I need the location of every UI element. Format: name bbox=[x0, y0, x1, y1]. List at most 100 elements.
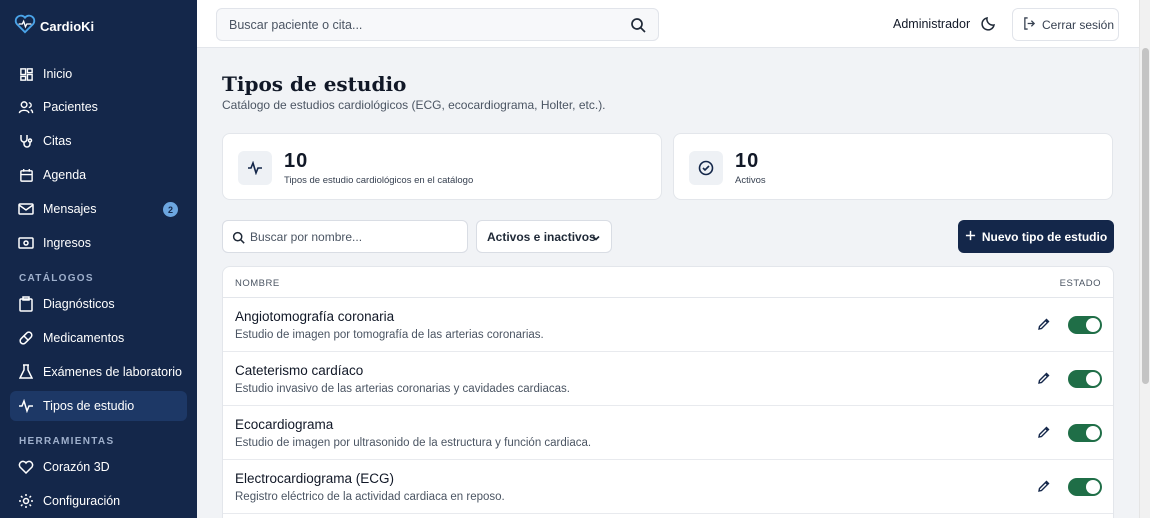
row-name: Cateterismo cardíaco bbox=[235, 363, 364, 378]
sidebar-item-inicio[interactable]: Inicio bbox=[10, 59, 187, 89]
sidebar-item-label: Tipos de estudio bbox=[43, 399, 135, 413]
table-row: Ecocardiograma Estudio de imagen por ult… bbox=[223, 406, 1113, 460]
sidebar-item-mensajes[interactable]: Mensajes 2 bbox=[10, 194, 187, 224]
status-toggle[interactable] bbox=[1068, 478, 1102, 496]
pill-icon bbox=[18, 330, 34, 346]
gear-icon bbox=[18, 493, 34, 509]
calendar-icon bbox=[18, 167, 34, 183]
sidebar-item-label: Inicio bbox=[43, 67, 73, 81]
scrollbar-thumb[interactable] bbox=[1142, 48, 1149, 384]
stat-label: Activos bbox=[735, 175, 766, 186]
row-description: Estudio invasivo de las arterias coronar… bbox=[235, 383, 570, 395]
search-icon[interactable] bbox=[630, 17, 646, 38]
new-study-type-label: Nuevo tipo de estudio bbox=[981, 229, 1108, 244]
pencil-icon[interactable] bbox=[1037, 317, 1051, 331]
name-search-placeholder: Buscar por nombre... bbox=[250, 230, 363, 244]
heart-icon bbox=[18, 459, 34, 475]
users-icon bbox=[18, 99, 34, 115]
page-subtitle: Catálogo de estudios cardiológicos (ECG,… bbox=[222, 98, 606, 112]
topbar: Buscar paciente o cita... Administrador … bbox=[197, 0, 1139, 48]
sidebar-item-label: Medicamentos bbox=[43, 331, 125, 345]
toggle-knob bbox=[1086, 480, 1100, 494]
search-icon bbox=[232, 231, 245, 249]
table-row: Electrocardiograma (ECG) Registro eléctr… bbox=[223, 460, 1113, 514]
check-circle-icon bbox=[689, 151, 723, 185]
logout-button[interactable]: Cerrar sesión bbox=[1012, 8, 1119, 41]
sidebar-item-diagnosticos[interactable]: Diagnósticos bbox=[10, 289, 187, 319]
pulse-icon bbox=[238, 151, 272, 185]
sidebar-item-label: Citas bbox=[43, 134, 72, 148]
clipboard-icon bbox=[18, 296, 34, 312]
stat-value: 10 bbox=[284, 150, 309, 172]
flask-icon bbox=[18, 364, 34, 380]
status-toggle[interactable] bbox=[1068, 424, 1102, 442]
status-filter-select[interactable]: Activos e inactivos bbox=[476, 220, 612, 253]
column-header-status: ESTADO bbox=[1059, 278, 1101, 289]
sidebar-item-ingresos[interactable]: Ingresos bbox=[10, 228, 187, 258]
table-row: Angiotomografía coronaria Estudio de ima… bbox=[223, 298, 1113, 352]
mail-icon bbox=[18, 201, 34, 217]
toggle-knob bbox=[1086, 372, 1100, 386]
brand-name: CardioKi bbox=[40, 19, 95, 34]
sidebar-item-corazon-3d[interactable]: Corazón 3D bbox=[10, 452, 187, 482]
page-scrollbar[interactable] bbox=[1139, 0, 1150, 518]
pulse-icon bbox=[18, 398, 34, 414]
row-description: Estudio de imagen por ultrasonido de la … bbox=[235, 437, 592, 449]
column-header-name: NOMBRE bbox=[235, 278, 280, 289]
stat-card-total: 10 Tipos de estudio cardiológicos en el … bbox=[222, 133, 662, 200]
global-search-placeholder: Buscar paciente o cita... bbox=[229, 18, 363, 32]
table-row: Cateterismo cardíaco Estudio invasivo de… bbox=[223, 352, 1113, 406]
pencil-icon[interactable] bbox=[1037, 371, 1051, 385]
status-toggle[interactable] bbox=[1068, 316, 1102, 334]
section-title-catalogos: CATÁLOGOS bbox=[19, 273, 94, 284]
brand[interactable]: CardioKi bbox=[14, 14, 94, 39]
sidebar-item-agenda[interactable]: Agenda bbox=[10, 160, 187, 190]
section-title-herramientas: HERRAMIENTAS bbox=[19, 436, 115, 447]
chevron-down-icon bbox=[591, 232, 601, 246]
toggle-knob bbox=[1086, 318, 1100, 332]
sidebar-item-configuracion[interactable]: Configuración bbox=[10, 486, 187, 516]
sidebar: CardioKi Inicio Pacientes Citas Agenda M… bbox=[0, 0, 197, 518]
pencil-icon[interactable] bbox=[1037, 425, 1051, 439]
name-search-input[interactable]: Buscar por nombre... bbox=[222, 220, 468, 253]
sidebar-item-label: Exámenes de laboratorio bbox=[43, 365, 182, 379]
stat-card-active: 10 Activos bbox=[673, 133, 1113, 200]
logout-icon bbox=[1023, 16, 1036, 33]
sidebar-item-label: Configuración bbox=[43, 494, 121, 508]
row-name: Electrocardiograma (ECG) bbox=[235, 471, 395, 486]
sidebar-item-label: Ingresos bbox=[43, 236, 91, 250]
new-study-type-button[interactable]: Nuevo tipo de estudio bbox=[958, 220, 1114, 253]
sidebar-item-label: Agenda bbox=[43, 168, 87, 182]
heart-logo-icon bbox=[14, 14, 36, 39]
toggle-knob bbox=[1086, 426, 1100, 440]
sidebar-item-label: Diagnósticos bbox=[43, 297, 115, 311]
sidebar-item-medicamentos[interactable]: Medicamentos bbox=[10, 323, 187, 353]
study-types-table: NOMBRE ESTADO Angiotomografía coronaria … bbox=[222, 266, 1114, 518]
status-filter-value: Activos e inactivos bbox=[487, 229, 596, 244]
moon-icon[interactable] bbox=[981, 15, 999, 33]
page-title: Tipos de estudio bbox=[222, 72, 407, 96]
plus-icon bbox=[965, 230, 976, 244]
row-name: Angiotomografía coronaria bbox=[235, 309, 395, 324]
sidebar-item-citas[interactable]: Citas bbox=[10, 126, 187, 156]
stat-value: 10 bbox=[735, 150, 760, 172]
stethoscope-icon bbox=[18, 133, 34, 149]
unread-count-badge: 2 bbox=[163, 202, 178, 217]
global-search-input[interactable]: Buscar paciente o cita... bbox=[216, 8, 659, 41]
cash-icon bbox=[18, 235, 34, 251]
row-description: Registro eléctrico de la actividad cardi… bbox=[235, 491, 505, 503]
stat-label: Tipos de estudio cardiológicos en el cat… bbox=[284, 175, 474, 186]
row-name: Ecocardiograma bbox=[235, 417, 334, 432]
sidebar-item-tipos-de-estudio[interactable]: Tipos de estudio bbox=[10, 391, 187, 421]
sidebar-item-examenes[interactable]: Exámenes de laboratorio bbox=[10, 357, 187, 387]
logout-label: Cerrar sesión bbox=[1042, 17, 1115, 32]
pencil-icon[interactable] bbox=[1037, 479, 1051, 493]
sidebar-item-label: Pacientes bbox=[43, 100, 98, 114]
sidebar-item-label: Mensajes bbox=[43, 202, 97, 216]
row-description: Estudio de imagen por tomografía de las … bbox=[235, 329, 544, 341]
sidebar-item-label: Corazón 3D bbox=[43, 460, 110, 474]
grid-icon bbox=[18, 66, 34, 82]
user-name[interactable]: Administrador bbox=[893, 17, 970, 31]
sidebar-item-pacientes[interactable]: Pacientes bbox=[10, 92, 187, 122]
status-toggle[interactable] bbox=[1068, 370, 1102, 388]
